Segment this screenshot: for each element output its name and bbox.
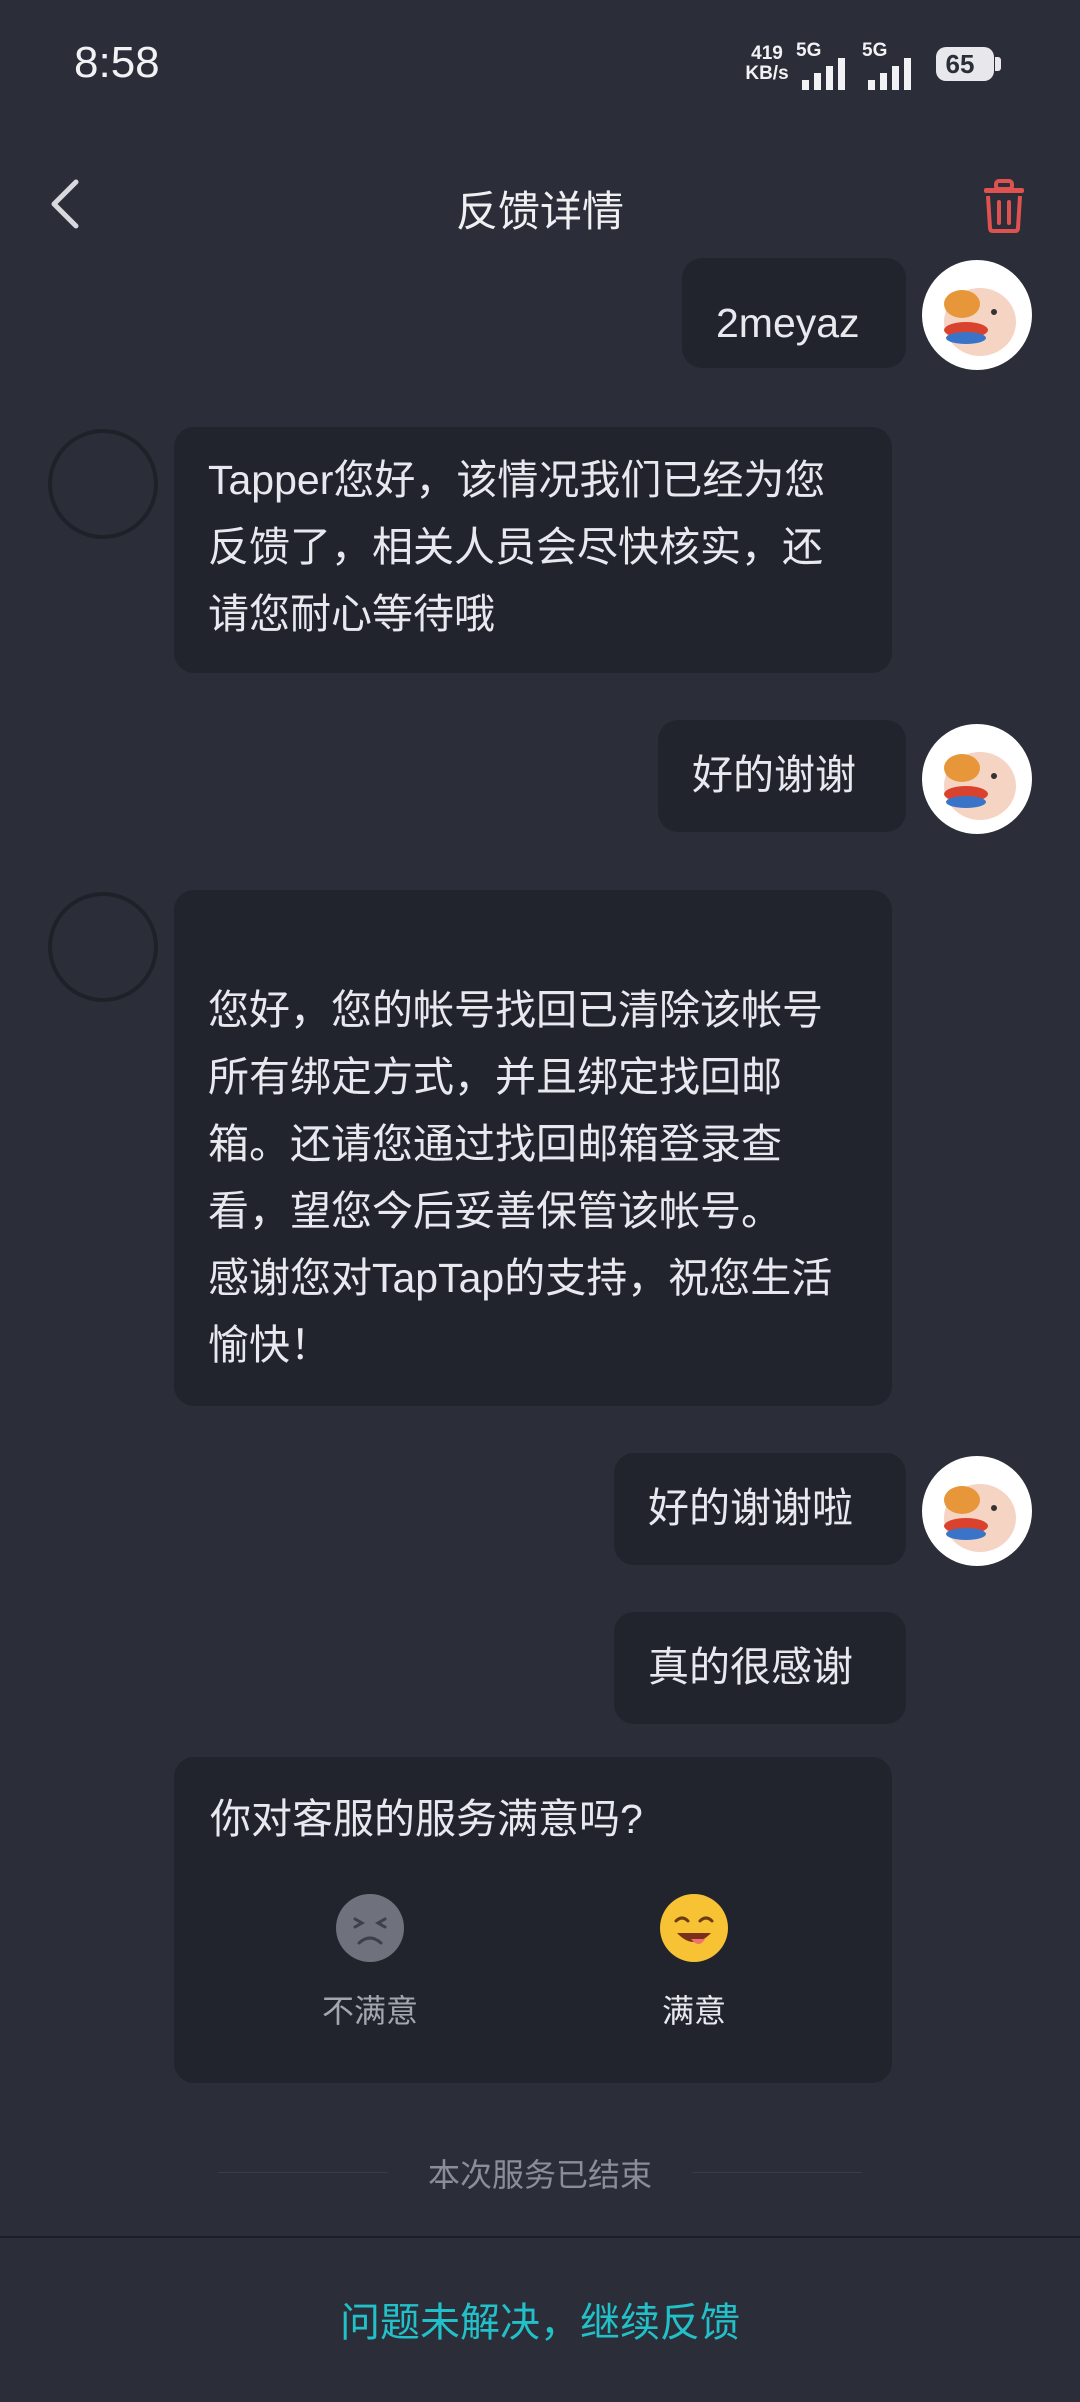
message-text: 2meyaz (716, 300, 860, 346)
satisfaction-survey-card: 你对客服的服务满意吗? 不满意 满意 (174, 1757, 892, 2083)
user-message-bubble: 真的很感谢 (614, 1612, 906, 1724)
message-text: 好的谢谢啦 (648, 1485, 853, 1531)
support-avatar[interactable] (48, 429, 158, 539)
network-speed-value: 419 (751, 43, 783, 64)
network-speed: 419 KB/s (744, 44, 790, 84)
service-ended-notice: 本次服务已结束 (0, 2150, 1080, 2196)
unhappy-face-icon (336, 1894, 404, 1962)
user-avatar[interactable] (922, 724, 1032, 834)
user-message-bubble: 好的谢谢 (658, 720, 906, 832)
satisfied-option[interactable]: 满意 (594, 1893, 794, 2032)
avatar-image-icon (944, 1484, 1016, 1552)
bottom-bar: 问题未解决，继续反馈 (0, 2236, 1080, 2402)
trash-icon[interactable] (978, 178, 1030, 234)
page-title: 反馈详情 (455, 188, 624, 235)
avatar-image-icon (944, 288, 1016, 356)
message-text: 您好，您的帐号找回已清除该帐号所有绑定方式，并且绑定找回邮箱。还请您通过找回邮箱… (208, 987, 833, 1368)
user-message-bubble: 好的谢谢啦 (614, 1453, 906, 1565)
status-time: 8:58 (74, 38, 160, 87)
user-avatar[interactable] (922, 1456, 1032, 1566)
survey-question: 你对客服的服务满意吗? (210, 1796, 643, 1842)
network-speed-unit: KB/s (745, 63, 789, 84)
battery-level: 65 (945, 49, 975, 79)
support-message-bubble: 您好，您的帐号找回已清除该帐号所有绑定方式，并且绑定找回邮箱。还请您通过找回邮箱… (174, 890, 892, 1406)
service-ended-text: 本次服务已结束 (427, 2157, 652, 2193)
user-avatar[interactable] (922, 260, 1032, 370)
support-message-bubble: Tapper您好，该情况我们已经为您反馈了，相关人员会尽快核实，还请您耐心等待哦 (174, 427, 892, 673)
continue-feedback-link[interactable]: 问题未解决，继续反馈 (0, 2290, 1080, 2348)
battery-icon: 65 (936, 47, 1001, 81)
happy-face-icon (660, 1894, 728, 1962)
satisfied-label: 满意 (661, 1993, 726, 2029)
user-message-bubble: 2meyaz (682, 258, 906, 368)
avatar-image-icon (944, 752, 1016, 820)
support-avatar[interactable] (48, 892, 158, 1002)
top-bar: 反馈详情 (0, 150, 1080, 260)
message-text: 好的谢谢 (692, 752, 856, 798)
unsatisfied-option[interactable]: 不满意 (270, 1893, 470, 2032)
message-text: 真的很感谢 (648, 1644, 853, 1690)
unsatisfied-label: 不满意 (321, 1993, 418, 2029)
message-text: Tapper您好，该情况我们已经为您反馈了，相关人员会尽快核实，还请您耐心等待哦 (208, 457, 826, 637)
status-bar: 8:58 419 KB/s 5G 5G 65 (0, 0, 1080, 130)
